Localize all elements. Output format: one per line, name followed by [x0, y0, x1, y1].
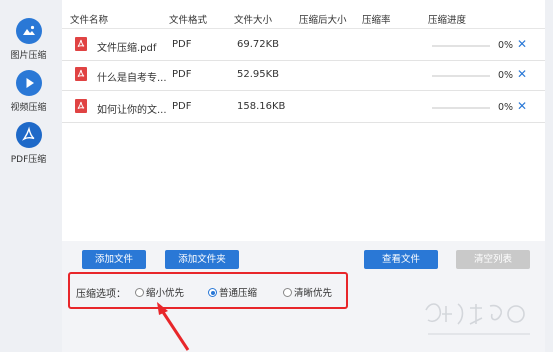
- watermark-logo: [425, 303, 530, 335]
